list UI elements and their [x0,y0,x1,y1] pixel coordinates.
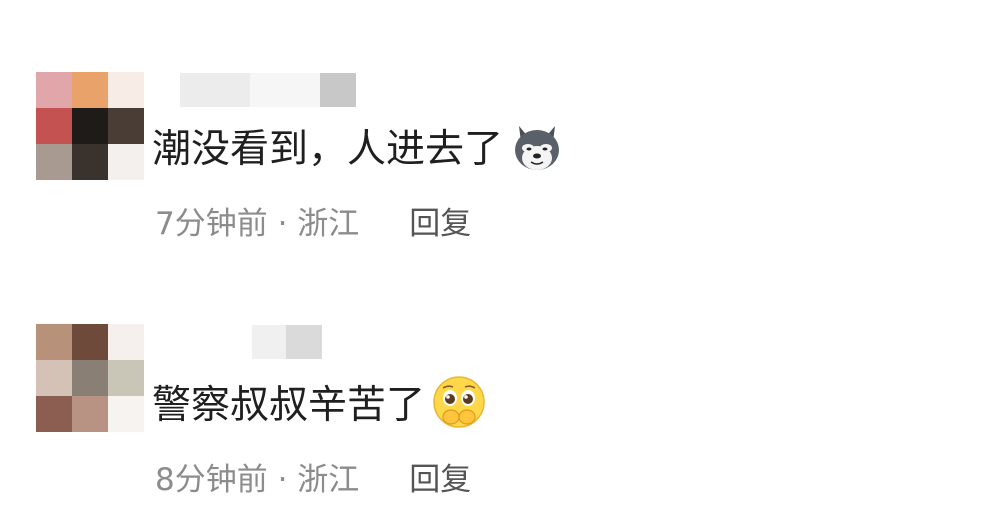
avatar-mosaic-pixel [72,396,108,432]
comment-meta: 7分钟前 · 浙江 回复 [155,198,471,242]
avatar-mosaic-pixel [108,72,144,108]
username-mosaic-block [286,325,322,359]
avatar-mosaic-pixel [36,360,72,396]
avatar-mosaic-pixel [72,324,108,360]
username-mosaic-block [250,73,320,107]
avatar-mosaic-pixel [36,396,72,432]
avatar-mosaic-pixel [108,360,144,396]
comment-meta: 8分钟前 · 浙江 回复 [155,454,471,498]
comment-text: 潮没看到，人进去了 [152,127,504,172]
pleading-face-emoji-icon [431,374,487,430]
username-redacted[interactable] [180,72,356,108]
username-mosaic-block [252,325,286,359]
avatar-mosaic-pixel [72,360,108,396]
avatar-mosaic-pixel [108,108,144,144]
avatar-mosaic-pixel [72,72,108,108]
avatar-mosaic-pixel [36,144,72,180]
avatar-mosaic-pixel [72,144,108,180]
avatar-mosaic-pixel [108,396,144,432]
avatar-mosaic-pixel [36,72,72,108]
doge-dog-emoji-icon [509,118,565,174]
comment-list: 潮没看到，人进去了 7分钟前 · 浙江 回复 警察叔叔辛苦了 8分钟前 · 浙江… [0,0,983,529]
comment-text-row: 警察叔叔辛苦了 [152,372,487,432]
avatar-mosaic-pixel [72,108,108,144]
avatar-mosaic-pixel [36,324,72,360]
reply-button[interactable]: 回复 [409,454,471,499]
avatar-mosaic-pixel [36,108,72,144]
username-mosaic-block [180,73,250,107]
avatar-mosaic-pixel [108,144,144,180]
username-redacted[interactable] [252,324,322,360]
username-mosaic-block [320,73,356,107]
comment-text: 警察叔叔辛苦了 [152,383,426,428]
reply-button[interactable]: 回复 [409,198,471,243]
comment-time-location: 8分钟前 · 浙江 [155,461,360,498]
avatar[interactable] [36,324,144,432]
comment-text-row: 潮没看到，人进去了 [152,116,565,176]
avatar-mosaic-pixel [108,324,144,360]
avatar[interactable] [36,72,144,180]
comment-time-location: 7分钟前 · 浙江 [155,205,360,242]
